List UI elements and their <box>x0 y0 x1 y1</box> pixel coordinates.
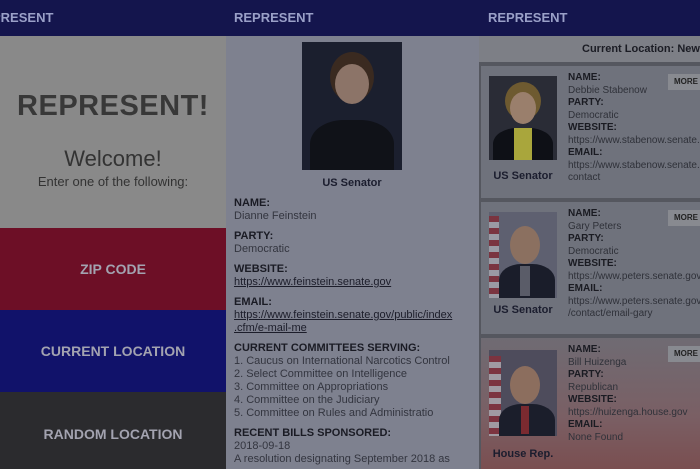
representative-details: NAME: Dianne Feinstein PARTY: Democratic… <box>234 197 474 466</box>
email-label: EMAIL: <box>568 147 603 158</box>
representative-photo <box>489 350 557 436</box>
website-label: WEBSITE: <box>568 394 617 405</box>
party-value: Democratic <box>568 245 619 257</box>
bills-label: RECENT BILLS SPONSORED: <box>234 427 392 439</box>
detail-screen: REPRESENT US Senator NAME: Dianne Feinst… <box>226 0 479 469</box>
random-location-button[interactable]: RANDOM LOCATION <box>0 392 226 469</box>
office-caption: US Senator <box>493 304 553 316</box>
representative-card[interactable]: House Rep. NAME: Bill Huizenga PARTY: Re… <box>481 338 700 469</box>
bill-text: A resolution designating September 2018 … <box>234 453 450 465</box>
office-caption: House Rep. <box>492 448 554 460</box>
email-link[interactable]: https://www.peters.senate.gov <box>568 296 700 309</box>
results-screen: REPRESENT Current Location: Neway US Sen… <box>479 0 700 469</box>
name-label: NAME: <box>234 197 271 209</box>
app-bar: REPRESENT <box>226 0 479 36</box>
committees-label: CURRENT COMMITTEES SERVING: <box>234 342 421 354</box>
app-bar: PRESENT <box>0 0 226 36</box>
more-button[interactable]: MORE <box>668 346 700 362</box>
website-link[interactable]: https://www.stabenow.senate.g <box>568 135 700 148</box>
prompt-text: Enter one of the following: <box>37 174 189 189</box>
zip-code-button[interactable]: ZIP CODE <box>0 228 226 310</box>
party-value: Republican <box>568 381 619 393</box>
committee-item: 5. Committee on Rules and Administratio <box>234 407 434 419</box>
email-link-line-1[interactable]: https://www.feinstein.senate.gov/public/… <box>234 309 474 322</box>
committee-item: 1. Caucus on International Narcotics Con… <box>234 355 450 367</box>
party-label: PARTY: <box>568 97 604 108</box>
app-bar: REPRESENT <box>479 0 700 36</box>
more-button[interactable]: MORE <box>668 74 700 90</box>
party-label: PARTY: <box>234 230 274 242</box>
office-caption: US Senator <box>322 177 382 189</box>
email-value: None Found <box>568 431 624 443</box>
welcome-text: Welcome! <box>64 146 162 171</box>
website-label: WEBSITE: <box>568 122 617 133</box>
email-label: EMAIL: <box>568 419 603 430</box>
current-location-button[interactable]: CURRENT LOCATION <box>0 310 226 392</box>
website-label: WEBSITE: <box>234 263 288 275</box>
party-value: Democratic <box>568 109 619 121</box>
website-link[interactable]: https://www.feinstein.senate.gov <box>234 276 474 289</box>
representative-photo <box>489 212 557 298</box>
website-link[interactable]: https://huizenga.house.gov <box>568 407 688 420</box>
email-link[interactable]: /contact/email-gary <box>568 308 700 321</box>
party-label: PARTY: <box>568 233 604 244</box>
email-label: EMAIL: <box>568 283 603 294</box>
representative-card[interactable]: US Senator NAME: Gary Peters PARTY: Demo… <box>481 202 700 334</box>
party-label: PARTY: <box>568 369 604 380</box>
email-label: EMAIL: <box>234 296 272 308</box>
email-link[interactable]: https://www.stabenow.senate.g <box>568 160 700 173</box>
representative-card[interactable]: US Senator NAME: Debbie Stabenow PARTY: … <box>481 66 700 198</box>
office-caption: US Senator <box>493 170 553 182</box>
home-screen: PRESENT REPRESENT! Welcome! Enter one of… <box>0 0 226 469</box>
party-value: Democratic <box>234 243 290 255</box>
app-title: REPRESENT! <box>17 90 209 122</box>
app-bar-title: PRESENT <box>0 10 54 25</box>
representative-photo <box>489 76 557 160</box>
bill-date: 2018-09-18 <box>234 440 291 452</box>
committee-item: 3. Committee on Appropriations <box>234 381 389 393</box>
more-button[interactable]: MORE <box>668 210 700 226</box>
email-link[interactable]: contact <box>568 172 700 185</box>
representative-photo <box>302 42 402 170</box>
website-link[interactable]: https://www.peters.senate.gov <box>568 271 700 284</box>
name-value: Dianne Feinstein <box>234 210 317 222</box>
website-label: WEBSITE: <box>568 258 617 269</box>
committee-item: 4. Committee on the Judiciary <box>234 394 380 406</box>
committee-item: 2. Select Committee on Intelligence <box>234 368 408 380</box>
current-location-text: Current Location: Neway <box>479 36 700 62</box>
email-link-line-2[interactable]: .cfm/e-mail-me <box>234 322 474 335</box>
